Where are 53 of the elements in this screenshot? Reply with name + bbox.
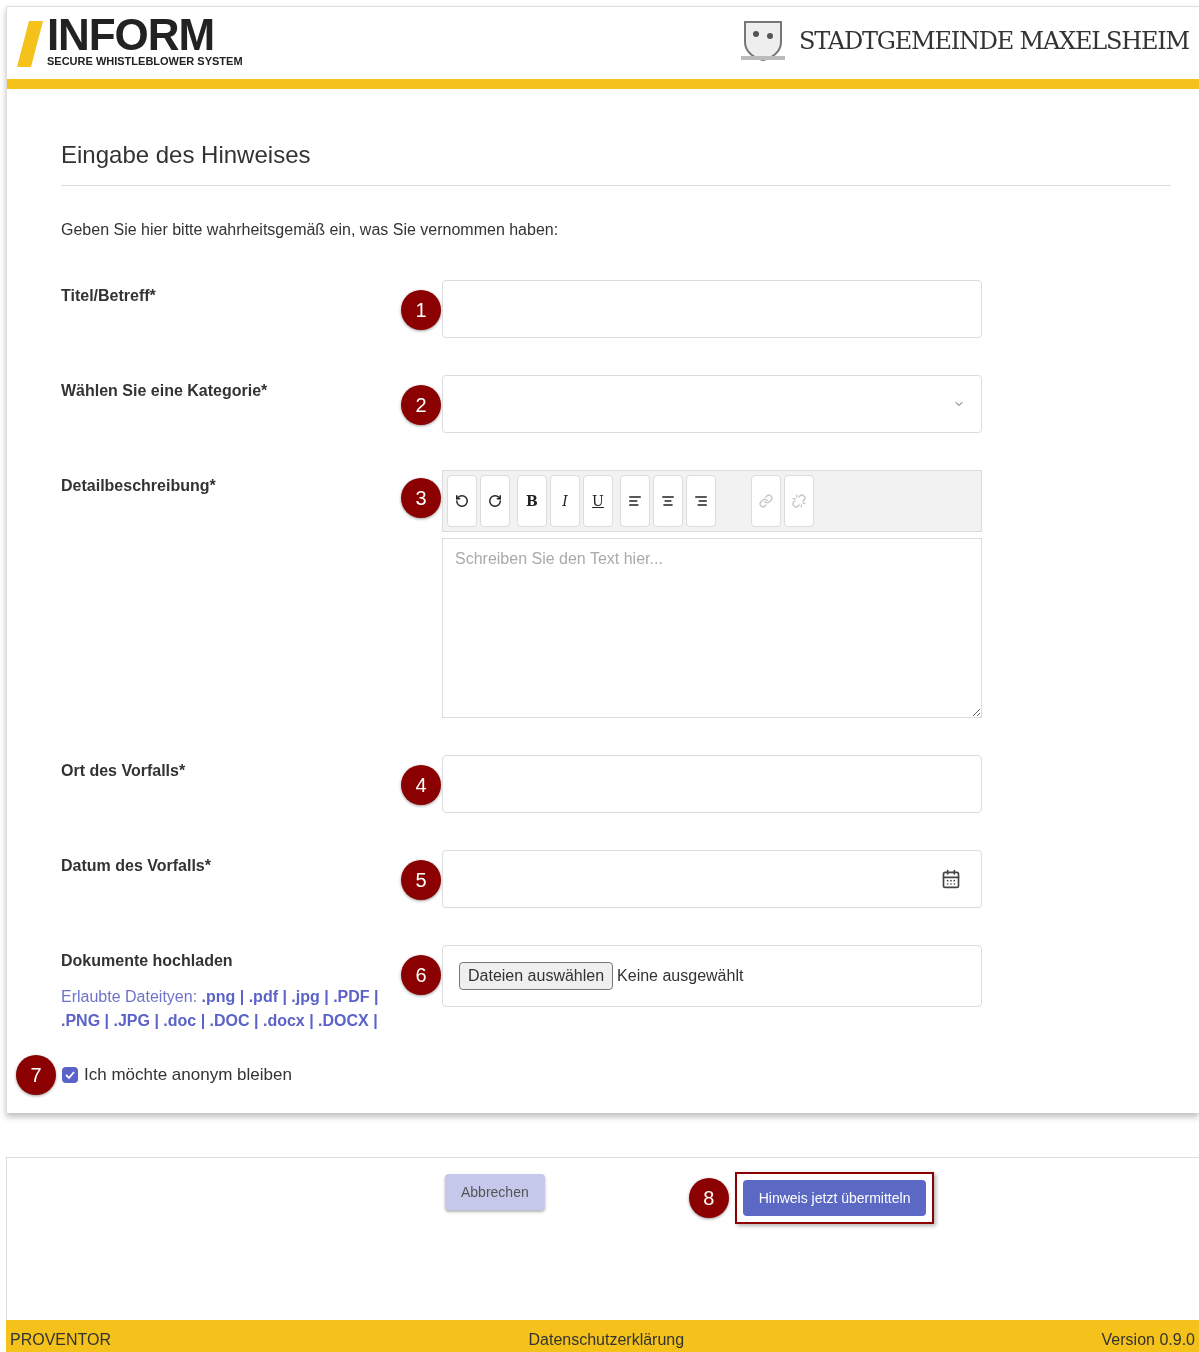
anonymous-checkbox[interactable]: [62, 1067, 78, 1083]
file-input[interactable]: Dateien auswählen Keine ausgewählt: [442, 945, 982, 1007]
toolbar-button[interactable]: [480, 475, 510, 527]
privacy-link[interactable]: Datenschutzerklärung: [528, 1328, 685, 1352]
calendar-icon: [941, 869, 961, 889]
step-marker: 4: [401, 765, 441, 805]
text-input[interactable]: [442, 280, 982, 338]
description-textarea[interactable]: Schreiben Sie den Text hier...: [442, 538, 982, 718]
logo-text: INFORM: [47, 15, 214, 55]
organization-name: STADTGEMEINDE MAXELSHEIM: [799, 26, 1189, 57]
crest-icon: [739, 18, 787, 64]
unlink-icon: [792, 494, 806, 508]
step-marker: 8: [688, 1178, 729, 1218]
footer-brand: PROVENTOR: [10, 1330, 112, 1350]
field-label: Titel/Betreff*: [61, 286, 157, 306]
step-marker: 5: [401, 860, 441, 900]
anonymous-label: Ich möchte anonym bleiben: [84, 1064, 292, 1087]
submit-button[interactable]: Hinweis jetzt übermitteln: [742, 1180, 927, 1216]
field-label: Ort des Vorfalls*: [61, 761, 187, 781]
date-input[interactable]: [442, 850, 982, 908]
file-status: Keine ausgewählt: [617, 966, 744, 986]
intro-text: Geben Sie hier bitte wahrheitsgemäß ein, was Sie vernommen haben:: [61, 220, 560, 240]
link-icon: [759, 494, 773, 508]
toolbar-button[interactable]: [447, 475, 477, 527]
toolbar-button[interactable]: U: [583, 475, 613, 527]
check-icon: [64, 1069, 76, 1081]
version-text: Version 0.9.0: [1101, 1330, 1195, 1350]
field-label: Dokumente hochladen: [61, 951, 234, 971]
step-marker: 7: [16, 1055, 56, 1095]
allowed-filetypes-text: Erlaubte Dateityen: .png | .pdf | .jpg | .PDF | .PNG | .JPG | .doc | .DOC | .docx | .DOCX |: [61, 987, 380, 1031]
logo-slash-icon: [17, 21, 43, 67]
align-right-icon: [694, 494, 708, 508]
step-marker: 6: [401, 955, 441, 995]
align-left-icon: [628, 494, 642, 508]
step-marker: 3: [401, 478, 441, 518]
field-label: Wählen Sie eine Kategorie*: [61, 381, 269, 401]
step-marker: 2: [401, 385, 441, 425]
choose-files-button[interactable]: Dateien auswählen: [459, 962, 614, 990]
toolbar-button[interactable]: I: [550, 475, 580, 527]
step-marker: 1: [401, 290, 441, 330]
toolbar-button[interactable]: [653, 475, 683, 527]
form-title: Eingabe des Hinweises: [61, 137, 1171, 186]
text-input[interactable]: [442, 755, 982, 813]
field-label: Datum des Vorfalls*: [61, 856, 212, 876]
field-label: Detailbeschreibung*: [61, 476, 217, 496]
logo-subtitle: SECURE WHISTLEBLOWER SYSTEM: [47, 55, 243, 67]
undo-icon: [455, 494, 469, 508]
toolbar-button[interactable]: [620, 475, 650, 527]
toolbar-button[interactable]: B: [517, 475, 547, 527]
redo-icon: [488, 494, 502, 508]
toolbar-button[interactable]: [686, 475, 716, 527]
cancel-button[interactable]: Abbrechen: [445, 1174, 545, 1210]
align-center-icon: [661, 494, 675, 508]
